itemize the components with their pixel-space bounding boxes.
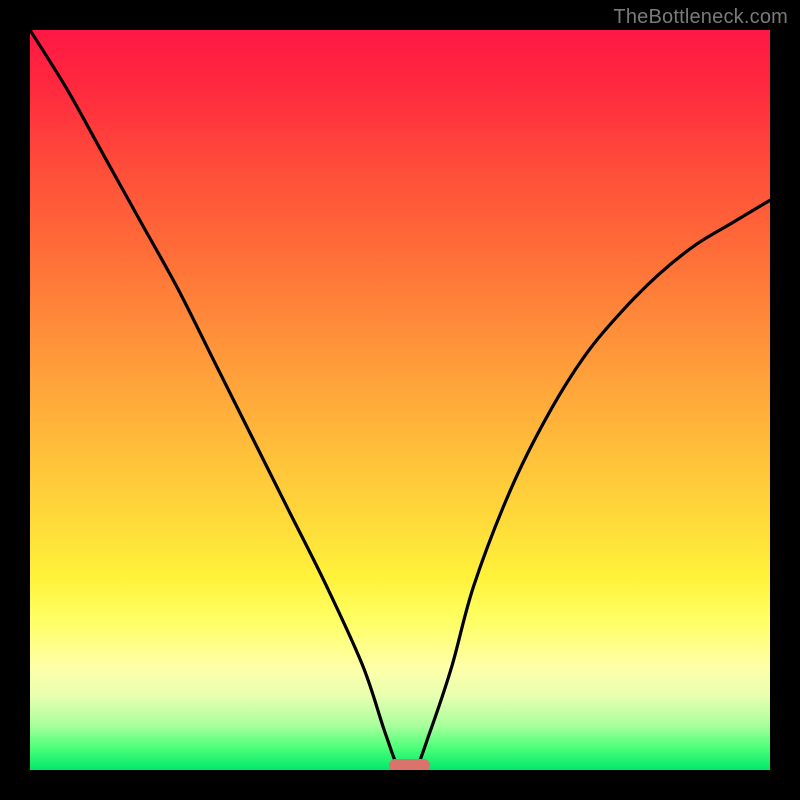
plot-area — [30, 30, 770, 770]
watermark-text: TheBottleneck.com — [613, 6, 788, 29]
bottleneck-curve — [30, 30, 770, 770]
optimal-range-marker — [389, 759, 430, 770]
chart-frame: TheBottleneck.com — [0, 0, 800, 800]
